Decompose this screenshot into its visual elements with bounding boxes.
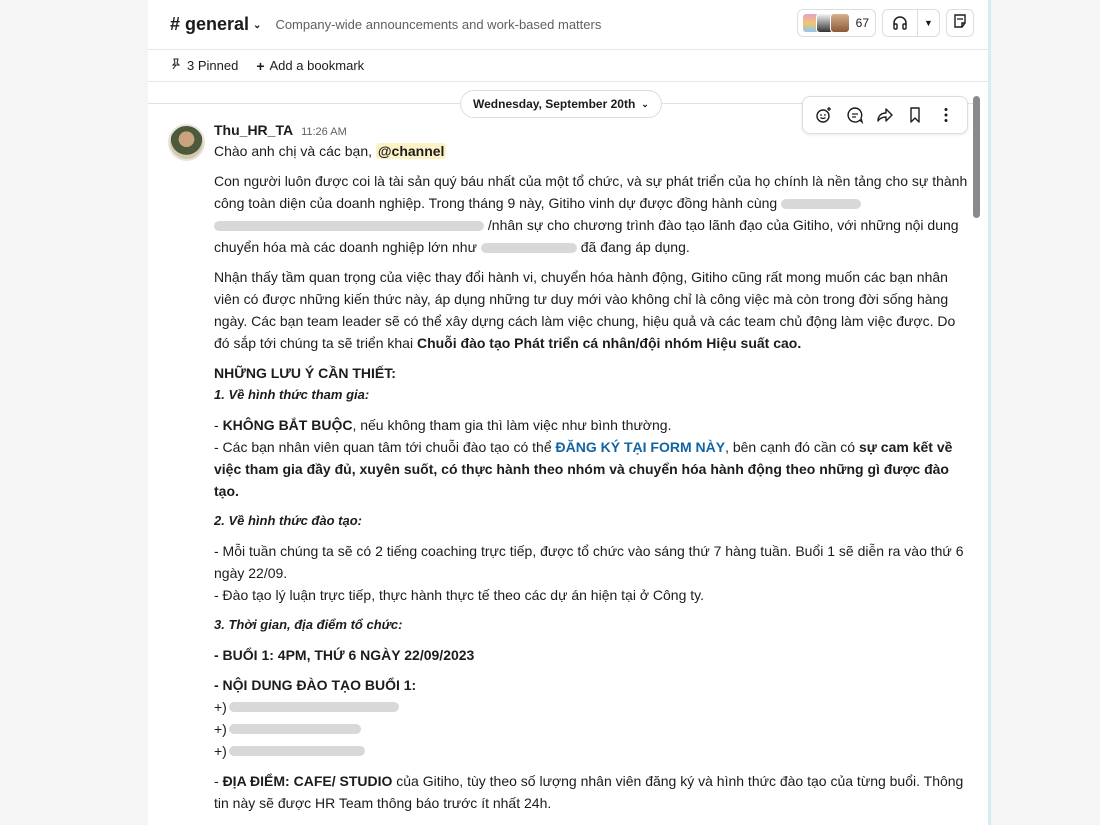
paragraph-1: Con người luôn được coi là tài sản quý b…: [214, 170, 974, 258]
header-actions: 67 ▼: [796, 9, 974, 37]
channel-name-button[interactable]: # general ⌄: [170, 14, 261, 35]
chevron-down-icon: ⌄: [641, 98, 649, 109]
avatar[interactable]: [168, 124, 205, 161]
p2-bold: Chuỗi đào tạo Phát triển cá nhân/đội nhó…: [416, 335, 802, 351]
canvas-button[interactable]: [946, 9, 974, 37]
message-text: Chào anh chị và các bạn, @channel Con ng…: [214, 140, 974, 814]
pinned-button[interactable]: 3 Pinned: [170, 58, 238, 73]
redacted-text: [228, 702, 399, 712]
redacted-text: [214, 221, 484, 232]
notes-title: NHỮNG LƯU Ý CẦN THIẾT:: [214, 365, 396, 381]
bullet: +): [214, 743, 227, 759]
channel-panel: # general ⌄ Company-wide announcements a…: [148, 0, 988, 825]
date-divider-button[interactable]: Wednesday, September 20th ⌄: [460, 90, 662, 118]
redacted-text: [781, 199, 862, 210]
greeting: Chào anh chị và các bạn,: [214, 143, 372, 159]
canvas-icon: [952, 13, 968, 34]
section-2-title: 2. Về hình thức đào tạo:: [214, 513, 362, 528]
p1c: đã đang áp dụng.: [580, 239, 690, 255]
redacted-text: [480, 243, 577, 254]
message-time[interactable]: 11:26 AM: [301, 126, 347, 138]
bullet: +): [214, 699, 227, 715]
bullet: +): [214, 721, 227, 737]
registration-form-link[interactable]: ĐĂNG KÝ TẠI FORM NÀY: [556, 439, 726, 455]
member-avatars: [801, 13, 850, 33]
avatar: [829, 13, 850, 33]
add-bookmark-button[interactable]: + Add a bookmark: [256, 58, 364, 74]
plus-icon: +: [256, 57, 265, 74]
section-1-line-2: - Các bạn nhân viên quan tâm tới chuỗi đ…: [214, 436, 974, 502]
message-header: Thu_HR_TA 11:26 AM: [214, 122, 968, 140]
channel-name: # general: [170, 14, 250, 34]
pin-icon: [170, 58, 182, 73]
huddle-button[interactable]: ▼: [882, 9, 940, 37]
list-item: +): [214, 718, 974, 740]
section-1-title: 1. Về hình thức tham gia:: [214, 387, 370, 402]
member-count: 67: [855, 16, 869, 30]
section-3-line-2: - NỘI DUNG ĐÀO TẠO BUỔI 1:: [214, 677, 417, 693]
message-list: Wednesday, September 20th ⌄ Thu_HR_TA 11…: [148, 82, 988, 825]
section-2-line-1: - Mỗi tuần chúng ta sẽ có 2 tiếng coachi…: [214, 543, 964, 581]
window-edge: [988, 0, 991, 825]
bookmarks-bar: 3 Pinned + Add a bookmark: [148, 50, 988, 82]
redacted-text: [228, 746, 365, 756]
channel-mention[interactable]: @channel: [375, 143, 447, 159]
message-author[interactable]: Thu_HR_TA: [214, 122, 293, 138]
list-item: +): [214, 696, 974, 718]
chevron-down-icon[interactable]: ▼: [917, 10, 939, 36]
paragraph-2: Nhận thấy tầm quan trọng của việc thay đ…: [214, 266, 974, 354]
members-button[interactable]: 67: [796, 9, 876, 37]
chevron-down-icon: ⌄: [253, 20, 262, 31]
redacted-text: [228, 724, 361, 734]
s1-l2-b: , bên cạnh đó cần có: [725, 439, 856, 455]
s1-l1-rest: , nếu không tham gia thì làm việc như bì…: [352, 417, 672, 433]
section-3-title: 3. Thời gian, địa điểm tổ chức:: [214, 617, 403, 632]
message: Thu_HR_TA 11:26 AM Chào anh chị và các b…: [168, 122, 968, 814]
section-3-line-1: - BUỔI 1: 4PM, THỨ 6 NGÀY 22/09/2023: [214, 647, 475, 663]
list-item: +): [214, 740, 974, 762]
location-line: - ĐỊA ĐIỂM: CAFE/ STUDIO của Gitiho, tùy…: [214, 773, 964, 811]
loc-bold: ĐỊA ĐIỂM: CAFE/ STUDIO: [222, 773, 393, 789]
s1-l2-a: - Các bạn nhân viên quan tâm tới chuỗi đ…: [214, 439, 552, 455]
scrollbar[interactable]: [973, 96, 980, 218]
add-bookmark-label: Add a bookmark: [269, 58, 365, 73]
channel-topic[interactable]: Company-wide announcements and work-base…: [275, 17, 601, 32]
date-label: Wednesday, September 20th: [473, 97, 636, 111]
headphones-icon[interactable]: [883, 10, 917, 36]
s1-l1-bold: KHÔNG BẮT BUỘC: [222, 417, 353, 433]
section-1-line-1: - KHÔNG BẮT BUỘC, nếu không tham gia thì…: [214, 417, 672, 433]
pinned-label: 3 Pinned: [187, 58, 239, 73]
message-body: Thu_HR_TA 11:26 AM Chào anh chị và các b…: [214, 122, 968, 814]
section-2-line-2: - Đào tạo lý luận trực tiếp, thực hành t…: [214, 587, 704, 603]
channel-header: # general ⌄ Company-wide announcements a…: [148, 0, 988, 50]
greeting-line: Chào anh chị và các bạn, @channel: [214, 140, 974, 162]
